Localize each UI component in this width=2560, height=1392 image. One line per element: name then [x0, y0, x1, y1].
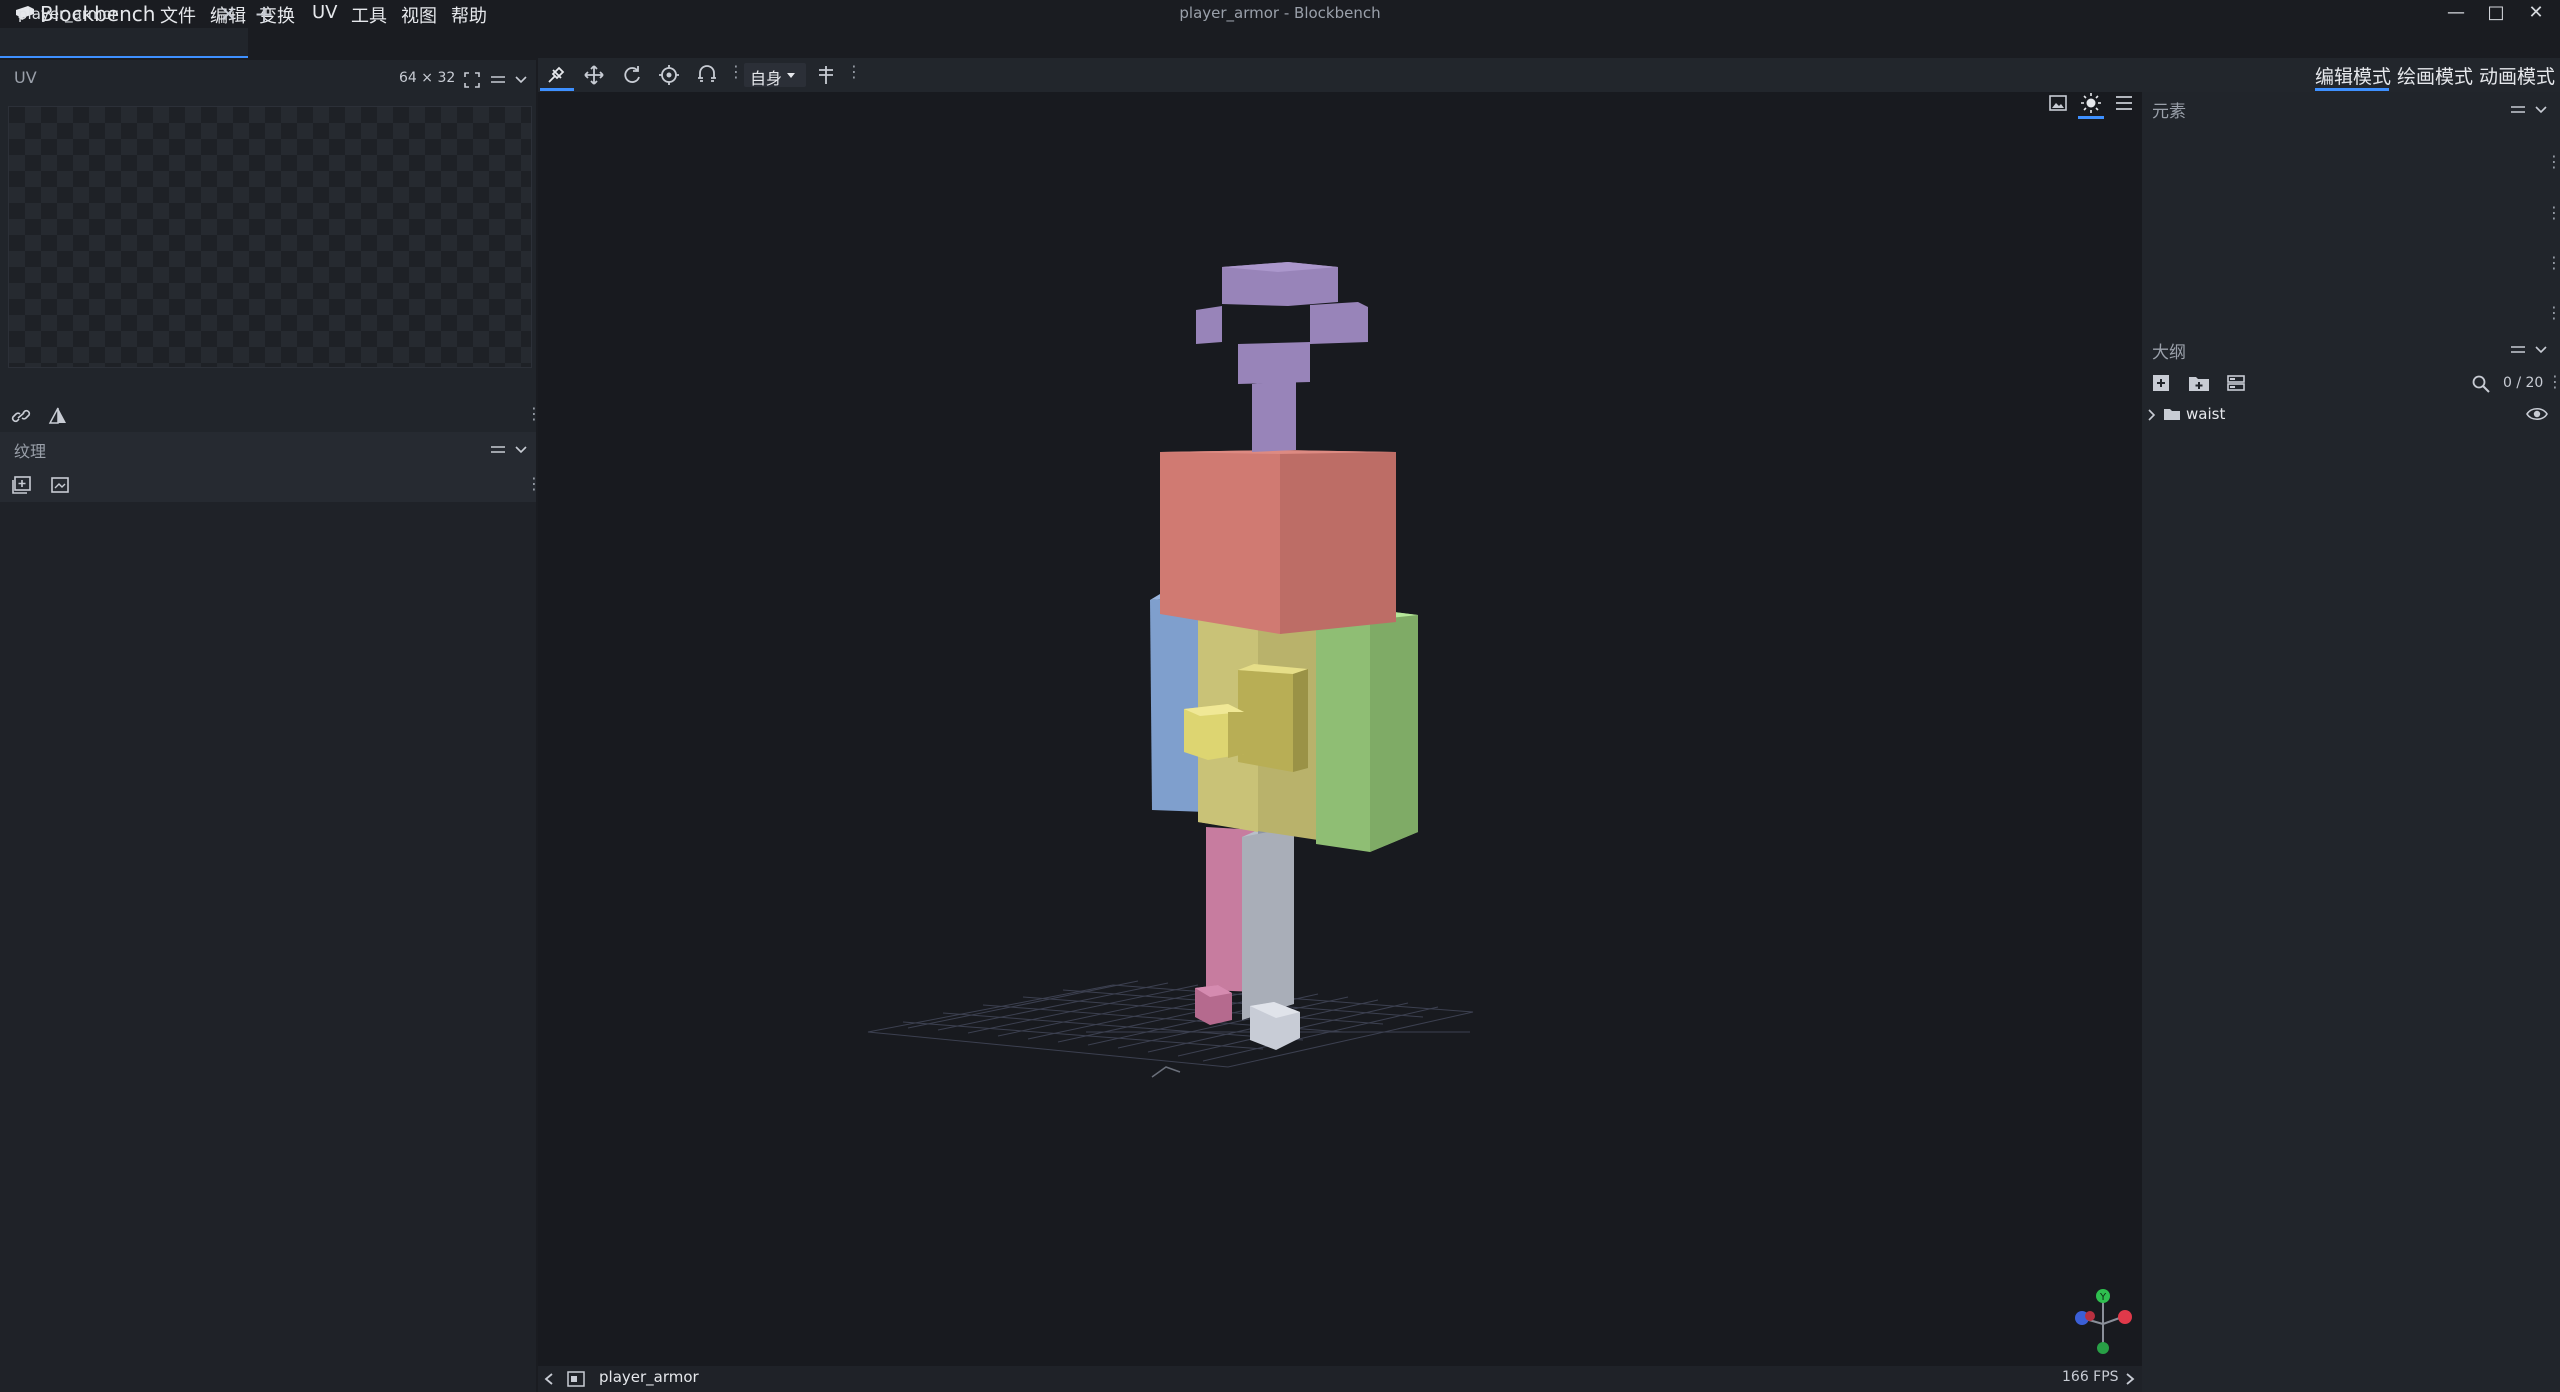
right-arm [1150, 594, 1206, 812]
panel-menu-icon[interactable] [490, 74, 506, 86]
fps-counter: 166 FPS [2062, 1369, 2119, 1385]
active-tool-indicator [540, 88, 574, 91]
main-toolbar [538, 58, 2560, 92]
texture-chevron-down-icon[interactable] [514, 444, 528, 456]
3d-viewport[interactable]: Y [538, 92, 2142, 1366]
elements-more-icon-2[interactable]: ⋮ [2546, 203, 2560, 222]
tab-animate-mode[interactable]: 动画模式 [2479, 62, 2555, 89]
fullscreen-icon[interactable] [464, 72, 480, 88]
texture-panel-title: 纹理 [14, 442, 47, 461]
texture-list [0, 502, 536, 1392]
status-file-name: player_armor [599, 1368, 699, 1386]
elements-chevron-down-icon[interactable] [2534, 104, 2548, 116]
tab-player-armor[interactable] [0, 28, 248, 58]
chevron-left-icon[interactable] [543, 1372, 555, 1386]
tab-label: player_armor [18, 5, 118, 23]
elements-more-icon-4[interactable]: ⋮ [2546, 303, 2560, 322]
outliner-more-icon[interactable]: ⋮ [2547, 372, 2560, 391]
move-tool-icon[interactable] [545, 64, 567, 86]
outliner-chevron-down-icon[interactable] [2534, 344, 2548, 356]
mirror-icon[interactable] [48, 406, 68, 426]
outliner-menu-icon[interactable] [2510, 344, 2526, 356]
tab-close-icon[interactable]: ✕ [220, 2, 237, 26]
toolbar-more-icon[interactable]: ⋮ [846, 62, 862, 81]
align-icon[interactable] [816, 64, 836, 86]
close-icon[interactable]: ✕ [2516, 0, 2556, 28]
svg-text:Y: Y [2099, 1292, 2107, 1303]
eye-icon[interactable] [2526, 406, 2548, 422]
add-tab-button[interactable]: + [254, 0, 274, 28]
helmet-ornament [1196, 262, 1368, 452]
floor-grid [867, 980, 1474, 1068]
axis-gizmo[interactable]: Y [2068, 1288, 2138, 1360]
create-texture-icon[interactable] [50, 476, 70, 494]
folder-icon [2164, 409, 2180, 420]
model-format-icon [567, 1371, 585, 1387]
tab-paint-mode[interactable]: 绘画模式 [2397, 62, 2473, 89]
search-icon[interactable] [2471, 374, 2491, 394]
chevron-right-icon[interactable] [2147, 408, 2157, 422]
elements-panel-title: 元素 [2152, 102, 2186, 122]
outliner-title: 大纲 [2152, 343, 2186, 363]
pivot-icon[interactable] [658, 64, 680, 86]
helmet [1160, 450, 1396, 634]
chevron-down-icon[interactable] [514, 74, 528, 86]
edit-mode-underline [2315, 88, 2389, 91]
outliner-count: 0 / 20 [2503, 375, 2544, 391]
collapse-groups-icon[interactable] [2226, 374, 2246, 392]
elements-panel-menu-icon[interactable] [2510, 104, 2526, 116]
minimize-icon[interactable]: — [2436, 0, 2476, 28]
import-texture-icon[interactable] [12, 476, 32, 494]
elements-more-icon-1[interactable]: ⋮ [2546, 152, 2560, 171]
add-cube-icon[interactable] [2151, 374, 2171, 392]
uv-panel-title: UV [14, 68, 37, 87]
left-arm [1316, 609, 1418, 852]
right-sidebar [2142, 92, 2560, 1392]
link-icon[interactable] [10, 406, 32, 426]
outliner-item-label: waist [2186, 405, 2226, 423]
uv-canvas[interactable] [8, 106, 532, 368]
texture-panel [0, 432, 536, 502]
elements-more-icon-3[interactable]: ⋮ [2546, 253, 2560, 272]
uv-size-label[interactable]: 64 × 32 [399, 70, 455, 86]
chevron-right-icon[interactable] [2124, 1372, 2136, 1386]
add-group-icon[interactable] [2188, 374, 2210, 392]
tab-bar [0, 28, 2560, 58]
translate-icon[interactable] [583, 64, 605, 86]
toolbar-divider-icon: ⋮ [728, 62, 744, 81]
space-select-value: 自身 [750, 69, 783, 88]
vertex-snap-icon[interactable] [696, 64, 718, 86]
tab-edit-mode[interactable]: 编辑模式 [2315, 62, 2391, 89]
maximize-icon[interactable]: □ [2476, 0, 2516, 28]
rotate-icon[interactable] [621, 64, 643, 86]
status-bar [538, 1366, 2142, 1392]
grid-origin-marker [1151, 1066, 1181, 1078]
player-armor-model[interactable] [538, 92, 2142, 1366]
texture-panel-menu-icon[interactable] [490, 444, 506, 456]
window-title: player_armor - Blockbench [1179, 4, 1381, 22]
space-select-caret-icon [787, 73, 795, 78]
